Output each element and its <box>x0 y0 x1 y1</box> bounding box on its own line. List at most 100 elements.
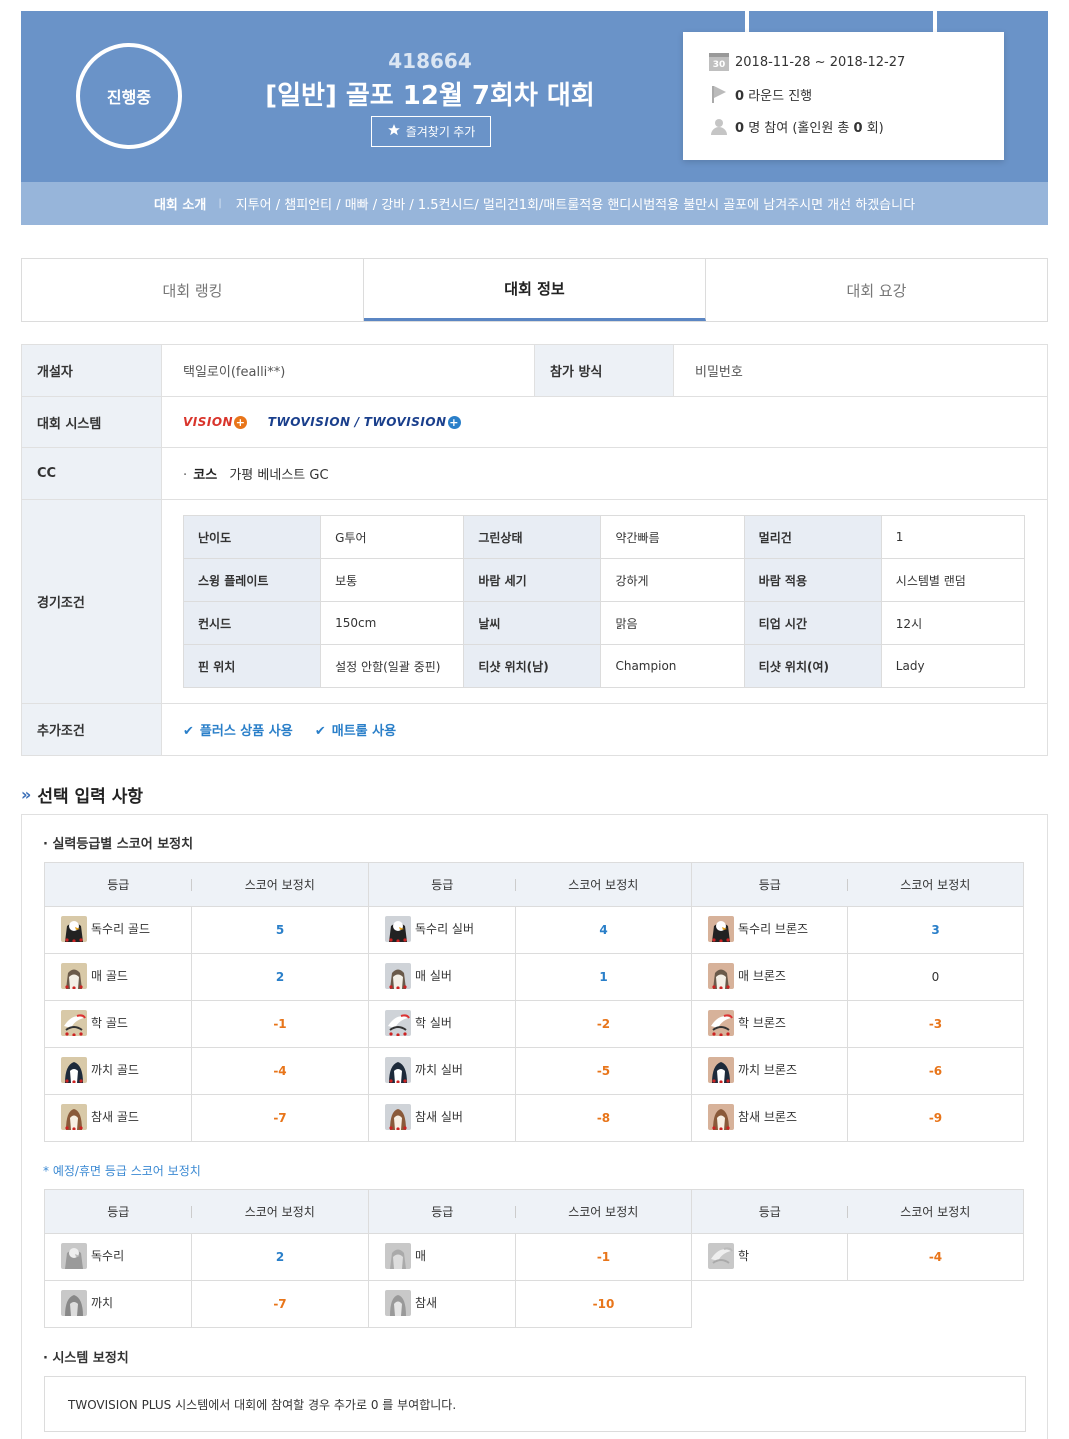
extra-conditions-label: 추가조건 <box>21 703 162 756</box>
grade-cell: 독수리 골드 <box>44 906 192 954</box>
add-favorite-button[interactable]: 즐겨찾기 추가 <box>371 116 491 147</box>
grade-cell: 까치 <box>44 1280 192 1328</box>
add-favorite-label: 즐겨찾기 추가 <box>405 125 476 139</box>
score-adjust-value: -7 <box>191 1094 369 1142</box>
grade-cell: 독수리 브론즈 <box>691 906 848 954</box>
extra-item-plus-product: ✔ 플러스 상품 사용 <box>183 724 293 739</box>
system-label: 대회 시스템 <box>21 396 162 448</box>
twovision-plus-logo: TWOVISION + <box>363 414 461 429</box>
grade-cell: 참새 골드 <box>44 1094 192 1142</box>
col-header-score: 스코어 보정치 <box>191 862 369 907</box>
condition-value: 약간빠름 <box>600 515 745 559</box>
condition-label: 난이도 <box>182 515 322 559</box>
section-title: » 선택 입력 사항 <box>21 785 144 807</box>
page-title: [일반] 골포 12월 7회차 대회 <box>265 81 595 111</box>
participants-row: 0 명 참여 (홀인원 총 0 회) <box>709 110 1004 142</box>
col-header-grade: 등급 <box>44 1189 192 1234</box>
crane-avatar-icon <box>61 1009 87 1037</box>
magpie-avatar-icon <box>385 1056 411 1084</box>
condition-value: 1 <box>880 515 1026 559</box>
grade-cell: 독수리 실버 <box>368 906 516 954</box>
empty-cell <box>692 1281 848 1328</box>
grade-cell: 학 골드 <box>44 1000 192 1048</box>
course-value: 가평 베네스트 GC <box>229 468 329 483</box>
score-adjust-value: -4 <box>191 1047 369 1095</box>
crane-avatar-icon <box>708 1009 734 1037</box>
score-adjust-value: -2 <box>515 1000 692 1048</box>
banner-notch <box>745 11 749 33</box>
score-adjust-value: -1 <box>191 1000 369 1048</box>
optional-inputs-box: · 실력등급별 스코어 보정치 등급 스코어 보정치 등급 스코어 보정치 등급 스코어 … <box>21 814 1048 1439</box>
sparrow-avatar-icon <box>708 1103 734 1131</box>
tab-ranking[interactable]: 대회 랭킹 <box>22 259 364 321</box>
twovision-logo: TWOVISION <box>267 414 351 429</box>
eagle-avatar-icon <box>61 915 87 943</box>
condition-label: 그린상태 <box>463 515 602 559</box>
grade-cell: 까치 골드 <box>44 1047 192 1095</box>
creator-value: 택일로이(fealli**) <box>161 344 535 397</box>
users-icon <box>709 117 729 135</box>
col-header-grade: 등급 <box>44 862 192 907</box>
grade-name: 학 실버 <box>415 1016 452 1030</box>
grade-name: 매 브론즈 <box>738 969 786 983</box>
participants-suffix: 회) <box>866 120 884 136</box>
table-row: 까치 골드 -4 까치 실버 -5 까치 브론즈 -6 <box>44 1047 1024 1095</box>
double-chevron-icon: » <box>21 785 32 804</box>
grade-cell: 참새 <box>368 1280 516 1328</box>
check-icon: ✔ <box>314 724 326 739</box>
condition-row: 스윙 플레이트 보통 바람 세기 강하게 바람 적용 시스템별 랜덤 <box>182 558 1026 602</box>
holeinone-count: 0 <box>853 120 863 136</box>
condition-value: 맑음 <box>600 601 745 645</box>
intro-separator: | <box>218 198 222 209</box>
col-header-score: 스코어 보정치 <box>191 1189 369 1234</box>
grade-name: 까치 브론즈 <box>738 1063 798 1077</box>
grade-cell: 독수리 <box>44 1233 192 1281</box>
system-adjust-box: TWOVISION PLUS 시스템에서 대회에 참여할 경우 추가로 0 를 … <box>44 1376 1026 1432</box>
grade-name: 매 실버 <box>415 969 452 983</box>
system-logos: VISION + TWOVISION / TWOVISION + <box>161 396 1048 448</box>
score-adjust-value: -6 <box>847 1047 1024 1095</box>
conditions-label: 경기조건 <box>21 499 162 704</box>
score-adjust-value: -8 <box>515 1094 692 1142</box>
creator-label: 개설자 <box>21 344 162 397</box>
grade-name: 참새 실버 <box>415 1110 463 1124</box>
hawk-avatar-icon <box>708 962 734 990</box>
hawk-avatar-icon <box>61 962 87 990</box>
extra-conditions: ✔ 플러스 상품 사용 ✔ 매트룰 사용 <box>161 703 1048 756</box>
logo-separator: / <box>354 414 360 429</box>
magpie-avatar-icon <box>708 1056 734 1084</box>
grade-name: 까치 실버 <box>415 1063 463 1077</box>
condition-value: 시스템별 랜덤 <box>880 558 1026 602</box>
grade-name: 학 <box>738 1249 750 1263</box>
score-adjust-value: 1 <box>515 953 692 1001</box>
condition-label: 멀리건 <box>743 515 882 559</box>
banner-notch <box>933 11 937 33</box>
condition-row: 핀 위치 설정 안함(일괄 중핀) 티샷 위치(남) Champion 티샷 위치(여)… <box>182 644 1026 688</box>
col-header-score: 스코어 보정치 <box>847 1189 1024 1234</box>
score-adjust-value: -4 <box>847 1233 1024 1281</box>
grade-cell: 매 골드 <box>44 953 192 1001</box>
col-header-score: 스코어 보정치 <box>847 862 1024 907</box>
course-bullet: · <box>183 468 188 483</box>
system-adjust-title: · 시스템 보정치 <box>43 1351 129 1366</box>
grade-name: 매 골드 <box>91 969 128 983</box>
rounds-label: 라운드 진행 <box>748 88 813 104</box>
condition-value: 설정 안함(일괄 중핀) <box>320 644 465 688</box>
condition-label: 바람 세기 <box>463 558 602 602</box>
col-header-grade: 등급 <box>691 862 848 907</box>
condition-value: Champion <box>600 644 745 688</box>
tournament-id: 418664 <box>388 49 472 73</box>
tournament-banner: 진행중 418664 [일반] 골포 12월 7회차 대회 즐겨찾기 추가 30… <box>21 11 1048 225</box>
condition-value: Lady <box>880 644 1026 688</box>
grade-name: 참새 브론즈 <box>738 1110 798 1124</box>
table-row: 매 골드 2 매 실버 1 매 브론즈 0 <box>44 953 1024 1001</box>
tab-info[interactable]: 대회 정보 <box>364 259 706 321</box>
star-icon <box>387 123 401 140</box>
score-adjust-value: -10 <box>515 1280 692 1328</box>
empty-cell <box>848 1281 1024 1328</box>
eagle-avatar-icon <box>385 915 411 943</box>
eagle-avatar-icon <box>61 1242 87 1269</box>
grade-cell: 매 <box>368 1233 516 1281</box>
magpie-avatar-icon <box>61 1056 87 1084</box>
tab-guidelines[interactable]: 대회 요강 <box>706 259 1047 321</box>
